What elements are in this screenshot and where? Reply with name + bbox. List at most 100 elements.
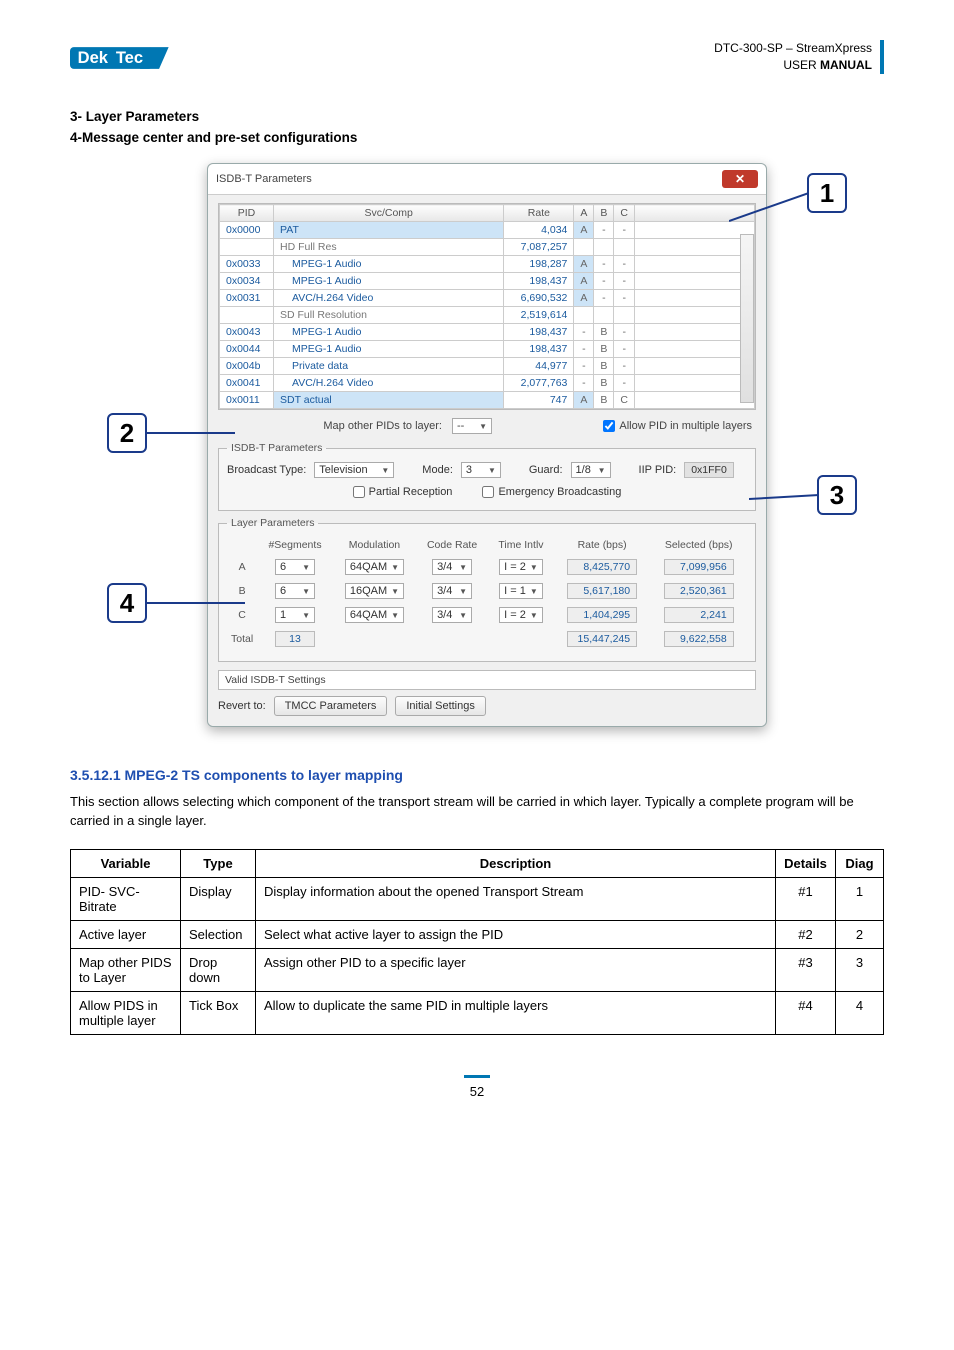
h-code: Code Rate: [416, 537, 488, 553]
heading-layer-params: 3- Layer Parameters: [70, 109, 884, 124]
th-variable: Variable: [71, 849, 181, 877]
pid-table-wrap: PID Svc/Comp Rate A B C 0x0000PAT4,034A-…: [218, 203, 756, 410]
dialog-title: ISDB-T Parameters: [216, 173, 312, 185]
svg-text:Dek: Dek: [78, 48, 109, 67]
isdbt-params-fieldset: ISDB-T Parameters Broadcast Type: Televi…: [218, 442, 756, 511]
section-paragraph: This section allows selecting which comp…: [70, 793, 884, 831]
h-mod: Modulation: [333, 537, 416, 553]
heading-message-center: 4-Message center and pre-set configurati…: [70, 130, 884, 145]
page-number: 52: [70, 1075, 884, 1099]
total-sel: 9,622,558: [664, 631, 734, 647]
th-desc: Description: [256, 849, 776, 877]
dialog-screenshot: ISDB-T Parameters ✕ PID Svc/Comp Rate A …: [117, 163, 837, 727]
seg-select[interactable]: 6▼: [275, 583, 315, 599]
tmcc-button[interactable]: TMCC Parameters: [274, 696, 388, 716]
h-sel: Selected (bps): [650, 537, 747, 553]
col-rate[interactable]: Rate: [504, 205, 574, 222]
isdbt-dialog: ISDB-T Parameters ✕ PID Svc/Comp Rate A …: [207, 163, 767, 727]
guard-label: Guard:: [529, 464, 563, 476]
time-select[interactable]: I = 2▼: [499, 559, 543, 575]
doc-header-text: DTC-300-SP – StreamXpress USER MANUAL: [714, 40, 884, 74]
total-rate: 15,447,245: [567, 631, 637, 647]
time-select[interactable]: I = 1▼: [499, 583, 543, 599]
th-details: Details: [776, 849, 836, 877]
mod-select[interactable]: 16QAM▼: [345, 583, 404, 599]
dektec-logo-icon: Dek Tec: [70, 40, 210, 76]
svg-text:Tec: Tec: [116, 48, 143, 67]
total-label: Total: [227, 629, 257, 649]
table-row[interactable]: 0x0011SDT actual747ABC: [220, 392, 755, 409]
iip-value: 0x1FF0: [684, 462, 734, 478]
scrollbar[interactable]: [740, 234, 754, 403]
layer-grid: #Segments Modulation Code Rate Time Intl…: [227, 533, 747, 653]
layer-row: C1▼64QAM▼3/4▼I = 2▼1,404,2952,241: [227, 605, 747, 625]
th-type: Type: [181, 849, 256, 877]
h-seg: #Segments: [257, 537, 333, 553]
close-icon: ✕: [735, 172, 745, 186]
table-row[interactable]: SD Full Resolution2,519,614: [220, 307, 755, 324]
callout-1: 1: [807, 173, 847, 213]
mode-select[interactable]: 3▼: [461, 462, 501, 478]
table-row[interactable]: 0x0033MPEG-1 Audio198,287A--: [220, 256, 755, 273]
dialog-titlebar: ISDB-T Parameters ✕: [208, 164, 766, 195]
map-other-row: Map other PIDs to layer: --▼ Allow PID i…: [218, 410, 756, 436]
logo: Dek Tec: [70, 40, 210, 79]
table-row[interactable]: 0x0043MPEG-1 Audio198,437-B-: [220, 324, 755, 341]
map-other-select[interactable]: --▼: [452, 418, 492, 434]
table-row[interactable]: HD Full Res7,087,257: [220, 239, 755, 256]
time-select[interactable]: I = 2▼: [499, 607, 543, 623]
table-row[interactable]: 0x0034MPEG-1 Audio198,437A--: [220, 273, 755, 290]
initial-settings-button[interactable]: Initial Settings: [395, 696, 485, 716]
seg-select[interactable]: 1▼: [275, 607, 315, 623]
map-other-label: Map other PIDs to layer:: [323, 420, 442, 432]
doc-code: DTC-300-SP – StreamXpress: [714, 40, 872, 57]
mode-label: Mode:: [422, 464, 453, 476]
table-row[interactable]: 0x0031AVC/H.264 Video6,690,532A--: [220, 290, 755, 307]
callout-3: 3: [817, 475, 857, 515]
status-bar: Valid ISDB-T Settings: [218, 670, 756, 690]
partial-reception-checkbox[interactable]: Partial Reception: [353, 486, 453, 498]
th-diag: Diag: [836, 849, 884, 877]
emergency-broadcasting-checkbox[interactable]: Emergency Broadcasting: [482, 486, 621, 498]
col-b[interactable]: B: [594, 205, 614, 222]
mod-select[interactable]: 64QAM▼: [345, 559, 404, 575]
code-select[interactable]: 3/4▼: [432, 559, 472, 575]
col-pid[interactable]: PID: [220, 205, 274, 222]
seg-select[interactable]: 6▼: [275, 559, 315, 575]
callout-line-icon: [729, 191, 809, 231]
chevron-down-icon: ▼: [381, 466, 389, 475]
table-row: Active layerSelectionSelect what active …: [71, 920, 884, 948]
page-bar-icon: [464, 1075, 490, 1078]
mod-select[interactable]: 64QAM▼: [345, 607, 404, 623]
callout-4: 4: [107, 583, 147, 623]
iip-label: IIP PID:: [639, 464, 677, 476]
col-a[interactable]: A: [574, 205, 594, 222]
table-row[interactable]: 0x0044MPEG-1 Audio198,437-B-: [220, 341, 755, 358]
code-select[interactable]: 3/4▼: [432, 607, 472, 623]
allow-multi-checkbox[interactable]: Allow PID in multiple layers: [603, 420, 752, 432]
table-row: PID- SVC- BitrateDisplayDisplay informat…: [71, 877, 884, 920]
layer-params-fieldset: Layer Parameters #Segments Modulation Co…: [218, 517, 756, 662]
table-row: Map other PIDS to LayerDrop downAssign o…: [71, 948, 884, 991]
table-row[interactable]: 0x0041AVC/H.264 Video2,077,763-B-: [220, 375, 755, 392]
col-c[interactable]: C: [614, 205, 635, 222]
callout-line-icon: [145, 593, 245, 623]
close-button[interactable]: ✕: [722, 170, 758, 188]
subsection-title: 3.5.12.1 MPEG-2 TS components to layer m…: [70, 767, 884, 783]
total-seg: 13: [275, 631, 315, 647]
broadcast-select[interactable]: Television▼: [314, 462, 394, 478]
page-header: Dek Tec DTC-300-SP – StreamXpress USER M…: [70, 40, 884, 79]
layer-row: A6▼64QAM▼3/4▼I = 2▼8,425,7707,099,956: [227, 557, 747, 577]
guard-select[interactable]: 1/8▼: [571, 462, 611, 478]
layer-row: B6▼16QAM▼3/4▼I = 1▼5,617,1802,520,361: [227, 581, 747, 601]
table-row[interactable]: 0x0000PAT4,034A--: [220, 222, 755, 239]
revert-label: Revert to:: [218, 700, 266, 712]
pid-table: PID Svc/Comp Rate A B C 0x0000PAT4,034A-…: [219, 204, 755, 409]
code-select[interactable]: 3/4▼: [432, 583, 472, 599]
table-row[interactable]: 0x004bPrivate data44,977-B-: [220, 358, 755, 375]
layer-legend: Layer Parameters: [227, 517, 318, 529]
col-svc[interactable]: Svc/Comp: [274, 205, 504, 222]
callout-2: 2: [107, 413, 147, 453]
isdbt-legend: ISDB-T Parameters: [227, 442, 326, 454]
h-rate: Rate (bps): [554, 537, 651, 553]
